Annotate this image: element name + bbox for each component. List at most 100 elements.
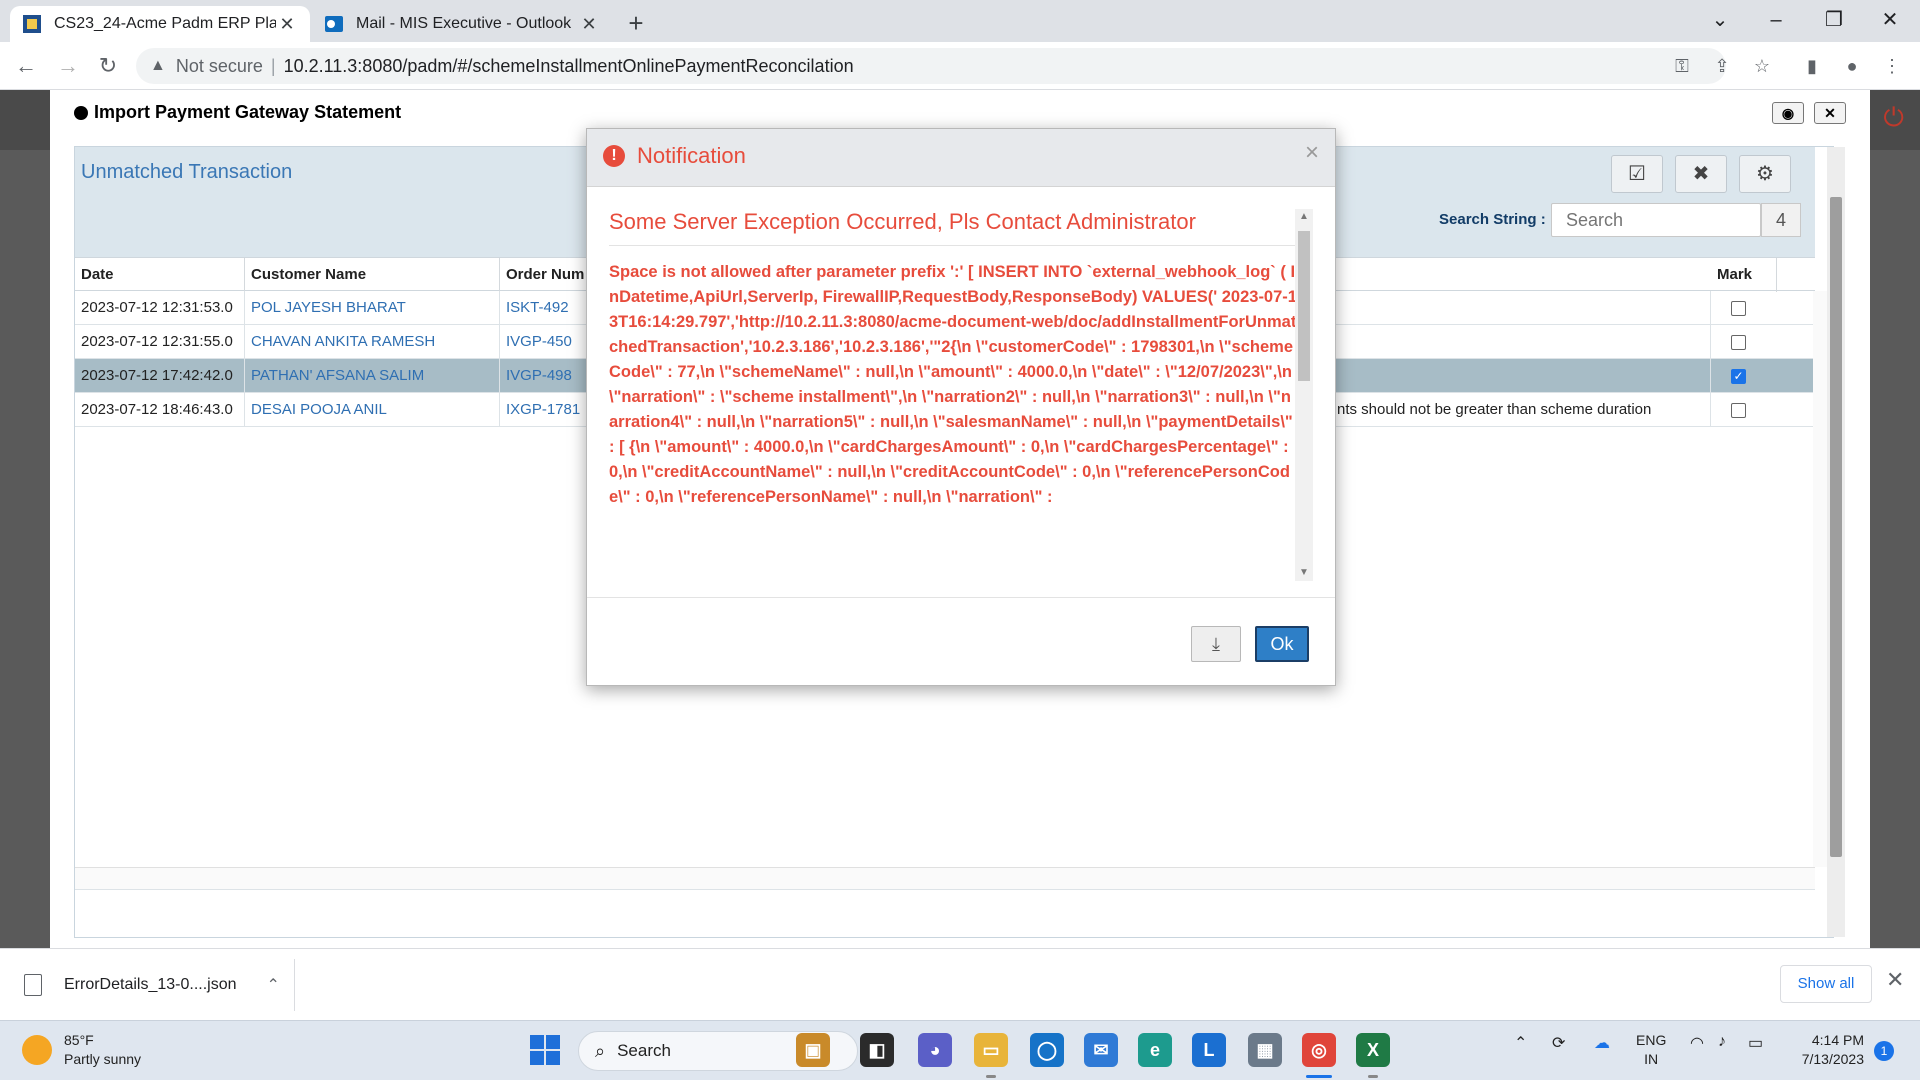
section-scrollbar[interactable] bbox=[1827, 147, 1845, 937]
divider bbox=[294, 959, 295, 1011]
notification-badge[interactable]: 1 bbox=[1874, 1041, 1894, 1061]
power-icon[interactable]: ⏻ bbox=[1883, 102, 1904, 134]
col-mark[interactable]: Mark bbox=[1711, 258, 1777, 292]
weather-sun-icon bbox=[22, 1035, 52, 1065]
error-icon: ! bbox=[603, 145, 625, 167]
l-app-icon[interactable]: L bbox=[1192, 1033, 1226, 1067]
weather-widget[interactable]: 85°F Partly sunny bbox=[22, 1031, 141, 1069]
mark-checkbox[interactable]: ✓ bbox=[1731, 369, 1746, 384]
edge-browser-icon[interactable]: e bbox=[1138, 1033, 1172, 1067]
file-explorer-icon[interactable]: ▭ bbox=[974, 1033, 1008, 1067]
forward-icon[interactable]: → bbox=[52, 50, 84, 82]
omnibox[interactable]: ▲ Not secure | 10.2.11.3:8080/padm/#/sch… bbox=[136, 48, 1726, 84]
settings-gear-icon[interactable]: ⚙ bbox=[1739, 155, 1791, 193]
volume-mute-icon[interactable]: ♪ bbox=[1718, 1033, 1726, 1051]
url-text[interactable]: 10.2.11.3:8080/padm/#/schemeInstallmentO… bbox=[284, 56, 854, 77]
scrollbar-thumb[interactable] bbox=[1830, 197, 1842, 857]
scrollbar-thumb[interactable] bbox=[1298, 231, 1310, 381]
chrome-icon[interactable]: ◎ bbox=[1302, 1033, 1336, 1067]
menu-kebab-icon[interactable]: ⋮ bbox=[1878, 52, 1906, 80]
task-view-icon[interactable]: ◧ bbox=[860, 1033, 894, 1067]
search-icon: ⌕ bbox=[595, 1040, 606, 1061]
app-indicator bbox=[1368, 1075, 1378, 1078]
close-downloads-icon[interactable]: ✕ bbox=[1886, 967, 1904, 993]
cell-date: 2023-07-12 12:31:53.0 bbox=[75, 291, 245, 325]
language-code: ENG bbox=[1636, 1032, 1667, 1048]
language-indicator[interactable]: ENG IN bbox=[1636, 1031, 1666, 1069]
dialog-title: Notification bbox=[637, 143, 746, 168]
outlook-icon bbox=[325, 16, 343, 32]
download-button[interactable]: ⤓ bbox=[1191, 626, 1241, 662]
scroll-up-icon[interactable]: ▲ bbox=[1295, 209, 1313, 225]
chevron-up-icon[interactable]: ⌃ bbox=[267, 975, 280, 995]
col-customer[interactable]: Customer Name bbox=[245, 258, 500, 292]
chat-icon[interactable]: ◕ bbox=[918, 1033, 952, 1067]
ok-button[interactable]: Ok bbox=[1255, 626, 1309, 662]
panel-title-text: Import Payment Gateway Statement bbox=[94, 102, 402, 122]
warning-icon[interactable]: ▲ bbox=[150, 57, 166, 75]
clock-time: 4:14 PM bbox=[1811, 1032, 1864, 1048]
cell-customer[interactable]: POL JAYESH BHARAT bbox=[245, 291, 500, 325]
col-date[interactable]: Date bbox=[75, 258, 245, 292]
cell-customer[interactable]: CHAVAN ANKITA RAMESH bbox=[245, 325, 500, 359]
windows-start-icon[interactable] bbox=[530, 1035, 560, 1065]
grid-horizontal-scrollbar[interactable] bbox=[75, 867, 1815, 889]
cell-customer[interactable]: DESAI POOJA ANIL bbox=[245, 393, 500, 427]
profile-avatar-icon[interactable]: ● bbox=[1838, 52, 1866, 80]
tab-outlook[interactable]: Mail - MIS Executive - Outlook ✕ bbox=[312, 6, 612, 42]
mark-checkbox[interactable] bbox=[1731, 335, 1746, 350]
download-item[interactable]: ErrorDetails_13-0....json ⌃ bbox=[24, 969, 280, 1001]
show-all-button[interactable]: Show all bbox=[1780, 965, 1872, 1003]
close-dialog-icon[interactable]: × bbox=[1305, 139, 1319, 167]
dialog-footer: ⤓ Ok bbox=[587, 597, 1335, 685]
share-icon[interactable]: ⇪ bbox=[1708, 52, 1736, 80]
cancel-x-icon[interactable]: ✖ bbox=[1675, 155, 1727, 193]
close-tab-icon[interactable]: ✕ bbox=[578, 14, 600, 35]
new-tab-button[interactable]: + bbox=[620, 8, 652, 40]
calculator-icon[interactable]: ▦ bbox=[1248, 1033, 1282, 1067]
reload-icon[interactable]: ↻ bbox=[92, 50, 124, 82]
key-icon[interactable]: ⚿ bbox=[1668, 52, 1696, 80]
tab-title: Mail - MIS Executive - Outlook bbox=[356, 15, 572, 32]
visibility-icon[interactable]: ◉ bbox=[1772, 102, 1804, 124]
error-heading: Some Server Exception Occurred, Pls Cont… bbox=[609, 209, 1299, 246]
side-panel-icon[interactable]: ▮ bbox=[1798, 52, 1826, 80]
cell-remark: nts should not be greater than scheme du… bbox=[1331, 393, 1711, 427]
download-filename[interactable]: ErrorDetails_13-0....json bbox=[64, 976, 237, 994]
weather-temp: 85°F bbox=[64, 1032, 94, 1048]
back-icon[interactable]: ← bbox=[10, 50, 42, 82]
dialog-scrollbar[interactable]: ▲ ▼ bbox=[1295, 209, 1313, 581]
security-label[interactable]: Not secure bbox=[176, 56, 263, 77]
onedrive-cloud-icon[interactable]: ☁ bbox=[1594, 1033, 1610, 1053]
maximize-icon[interactable]: ❐ bbox=[1806, 0, 1862, 42]
mail-icon[interactable]: ✉ bbox=[1084, 1033, 1118, 1067]
mark-checkbox[interactable] bbox=[1731, 403, 1746, 418]
search-input[interactable] bbox=[1551, 203, 1761, 237]
dialog-header: ! Notification × bbox=[587, 129, 1335, 187]
system-clock[interactable]: 4:14 PM 7/13/2023 bbox=[1790, 1031, 1864, 1069]
mark-checkbox[interactable] bbox=[1731, 301, 1746, 316]
approve-check-icon[interactable]: ☑ bbox=[1611, 155, 1663, 193]
minimize-icon[interactable]: – bbox=[1748, 0, 1804, 42]
photos-app-icon[interactable]: ◯ bbox=[1030, 1033, 1064, 1067]
sync-icon[interactable]: ⟳ bbox=[1552, 1033, 1565, 1053]
clock-date: 7/13/2023 bbox=[1801, 1051, 1864, 1067]
tab-erp[interactable]: CS23_24-Acme Padm ERP Platform ✕ bbox=[10, 6, 310, 42]
cell-remark bbox=[1331, 359, 1711, 393]
battery-icon[interactable]: ▭ bbox=[1748, 1033, 1763, 1053]
excel-icon[interactable]: X bbox=[1356, 1033, 1390, 1067]
scroll-down-icon[interactable]: ▼ bbox=[1295, 565, 1313, 581]
chevron-up-icon[interactable]: ⌃ bbox=[1514, 1033, 1527, 1053]
cell-remark bbox=[1331, 325, 1711, 359]
windows-taskbar: 85°F Partly sunny ⌕ Search ▣ ◧ ◕ ▭ ◯ ✉ e… bbox=[0, 1020, 1920, 1080]
tab-search-icon[interactable]: ⌄ bbox=[1692, 0, 1748, 42]
wifi-icon[interactable]: ◠ bbox=[1690, 1033, 1704, 1053]
close-panel-button[interactable]: ✕ bbox=[1814, 102, 1846, 124]
cell-date: 2023-07-12 18:46:43.0 bbox=[75, 393, 245, 427]
close-tab-icon[interactable]: ✕ bbox=[276, 14, 298, 35]
bookmark-star-icon[interactable]: ☆ bbox=[1748, 52, 1776, 80]
cell-customer[interactable]: PATHAN' AFSANA SALIM bbox=[245, 359, 500, 393]
weather-desc: Partly sunny bbox=[64, 1051, 142, 1067]
close-window-icon[interactable]: ✕ bbox=[1862, 0, 1918, 42]
briefcase-app-icon[interactable]: ▣ bbox=[796, 1033, 830, 1067]
